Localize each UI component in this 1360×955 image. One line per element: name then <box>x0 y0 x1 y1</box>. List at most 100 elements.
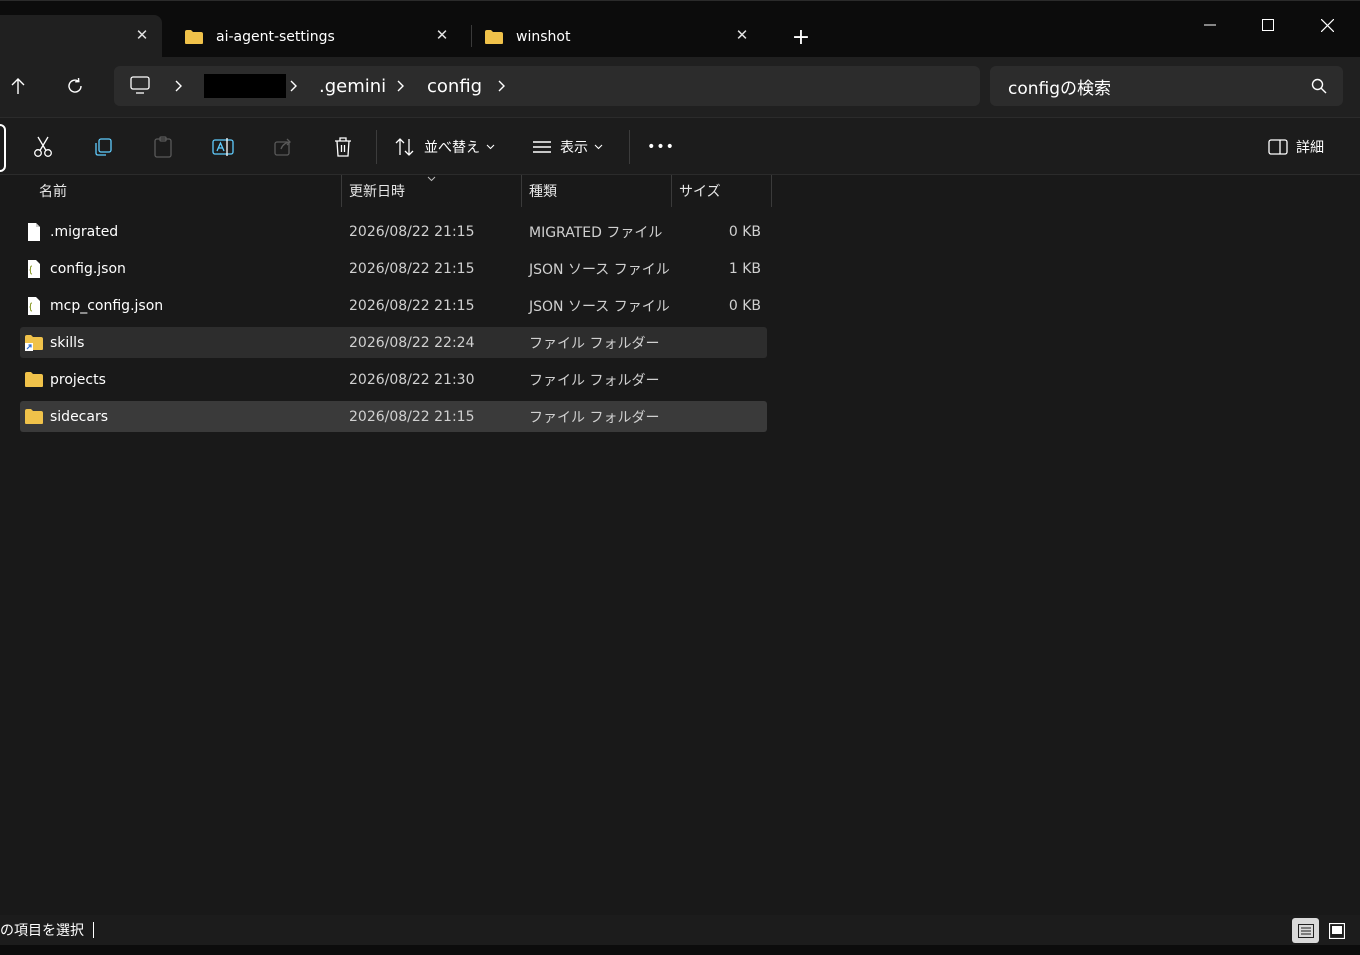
file-name: .migrated <box>50 223 119 240</box>
details-pane-button[interactable]: 詳細 <box>1268 132 1324 162</box>
file-row-mcp-config-json[interactable]: mcp_config.json 2026/08/22 21:15 JSON ソー… <box>20 290 767 321</box>
scissors-icon <box>34 136 52 157</box>
file-list-pane: 名前 更新日時 種類 サイズ .migrated 2026/08/22 21:1… <box>0 175 1360 915</box>
file-date: 2026/08/22 21:15 <box>349 223 475 240</box>
column-divider[interactable] <box>771 175 772 207</box>
chevron-down-icon <box>486 144 495 150</box>
search-icon[interactable] <box>1311 78 1327 94</box>
file-date: 2026/08/22 21:15 <box>349 408 475 425</box>
chevron-right-icon[interactable] <box>392 78 408 94</box>
view-button[interactable]: 表示 <box>532 132 603 162</box>
breadcrumb-item-gemini[interactable]: .gemini <box>319 66 386 106</box>
details-pane-icon <box>1268 139 1288 155</box>
file-size: 0 KB <box>728 297 761 314</box>
close-icon <box>1320 18 1334 32</box>
breadcrumb[interactable]: .gemini config <box>114 66 980 106</box>
file-row-config-json[interactable]: config.json 2026/08/22 21:15 JSON ソース ファ… <box>20 253 767 284</box>
breadcrumb-item-config[interactable]: config <box>427 66 482 106</box>
refresh-icon <box>68 77 82 93</box>
file-name: skills <box>50 334 85 351</box>
folder-icon <box>25 409 43 424</box>
new-button[interactable] <box>0 124 6 172</box>
column-header-name[interactable]: 名前 <box>39 175 67 207</box>
rename-icon <box>212 138 234 156</box>
toolbar-divider <box>376 130 377 164</box>
tab-current[interactable]: ✕ <box>0 15 162 58</box>
folder-icon <box>485 29 503 44</box>
tab-ai-agent-settings[interactable]: ai-agent-settings ✕ <box>170 15 462 58</box>
chevron-right-icon[interactable] <box>170 78 186 94</box>
file-type: MIGRATED ファイル <box>529 224 663 241</box>
status-bar: の項目を選択 <box>0 915 1360 945</box>
large-icons-view-toggle[interactable] <box>1323 918 1350 943</box>
redacted-breadcrumb-segment[interactable] <box>204 74 286 98</box>
file-name: projects <box>50 371 106 388</box>
close-window-button[interactable] <box>1304 5 1350 45</box>
sort-chevron-icon <box>427 176 436 182</box>
large-icons-view-icon <box>1328 922 1345 939</box>
this-pc-icon[interactable] <box>130 76 150 94</box>
file-name: mcp_config.json <box>50 297 164 314</box>
trash-icon <box>335 137 351 157</box>
file-type: ファイル フォルダー <box>529 335 660 352</box>
new-tab-button[interactable]: + <box>788 23 814 51</box>
search-box[interactable]: configの検索 <box>990 66 1343 106</box>
arrow-up-icon <box>11 78 25 94</box>
toolbar-divider <box>629 130 630 164</box>
file-row-projects[interactable]: projects 2026/08/22 21:30 ファイル フォルダー <box>20 364 767 395</box>
sort-button[interactable]: 並べ替え <box>394 132 495 162</box>
json-file-icon <box>28 260 40 278</box>
copy-button[interactable] <box>88 132 118 162</box>
file-size: 0 KB <box>728 223 761 240</box>
column-divider[interactable] <box>671 175 672 207</box>
close-tab-icon[interactable]: ✕ <box>432 25 452 45</box>
share-icon <box>274 138 291 156</box>
file-row-migrated[interactable]: .migrated 2026/08/22 21:15 MIGRATED ファイル… <box>20 216 767 247</box>
command-bar: 並べ替え 表示 ••• 詳細 <box>0 117 1360 175</box>
folder-icon <box>25 372 43 387</box>
maximize-button[interactable] <box>1245 5 1291 45</box>
file-date: 2026/08/22 21:15 <box>349 260 475 277</box>
clipboard-icon <box>154 136 172 158</box>
maximize-icon <box>1262 19 1274 31</box>
up-button[interactable] <box>0 68 36 104</box>
file-icon <box>28 223 40 241</box>
rename-button[interactable] <box>208 132 238 162</box>
file-date: 2026/08/22 22:24 <box>349 334 475 351</box>
file-size: 1 KB <box>728 260 761 277</box>
file-date: 2026/08/22 21:30 <box>349 371 475 388</box>
share-button[interactable] <box>268 132 298 162</box>
search-input[interactable]: configの検索 <box>1008 66 1111 106</box>
close-tab-icon[interactable]: ✕ <box>732 25 752 45</box>
minimize-icon <box>1204 24 1216 26</box>
background-window-strip <box>0 945 1360 955</box>
minimize-button[interactable] <box>1187 5 1233 45</box>
cut-button[interactable] <box>28 132 58 162</box>
json-file-icon <box>28 297 40 315</box>
address-bar-row: .gemini config configの検索 <box>0 57 1360 117</box>
chevron-right-icon[interactable] <box>493 78 509 94</box>
column-divider[interactable] <box>521 175 522 207</box>
chevron-down-icon <box>594 144 603 150</box>
column-divider[interactable] <box>341 175 342 207</box>
column-header-size[interactable]: サイズ <box>679 175 721 207</box>
column-header-date[interactable]: 更新日時 <box>349 175 405 207</box>
see-more-button[interactable]: ••• <box>646 132 676 162</box>
paste-button[interactable] <box>148 132 178 162</box>
sort-icon <box>395 138 414 156</box>
file-row-sidecars[interactable]: sidecars 2026/08/22 21:15 ファイル フォルダー <box>20 401 767 432</box>
view-list-icon <box>533 141 551 153</box>
file-date: 2026/08/22 21:15 <box>349 297 475 314</box>
status-text: の項目を選択 <box>0 923 84 939</box>
close-tab-icon[interactable]: ✕ <box>132 25 152 45</box>
file-row-skills[interactable]: skills 2026/08/22 22:24 ファイル フォルダー <box>20 327 767 358</box>
refresh-button[interactable] <box>57 68 93 104</box>
file-name: config.json <box>50 260 126 277</box>
folder-icon <box>185 29 203 44</box>
chevron-right-icon[interactable] <box>285 78 301 94</box>
column-header-type[interactable]: 種類 <box>529 175 557 207</box>
tab-winshot[interactable]: winshot ✕ <box>470 15 762 58</box>
details-view-toggle[interactable] <box>1292 918 1319 943</box>
status-divider <box>93 922 94 938</box>
delete-button[interactable] <box>328 132 358 162</box>
